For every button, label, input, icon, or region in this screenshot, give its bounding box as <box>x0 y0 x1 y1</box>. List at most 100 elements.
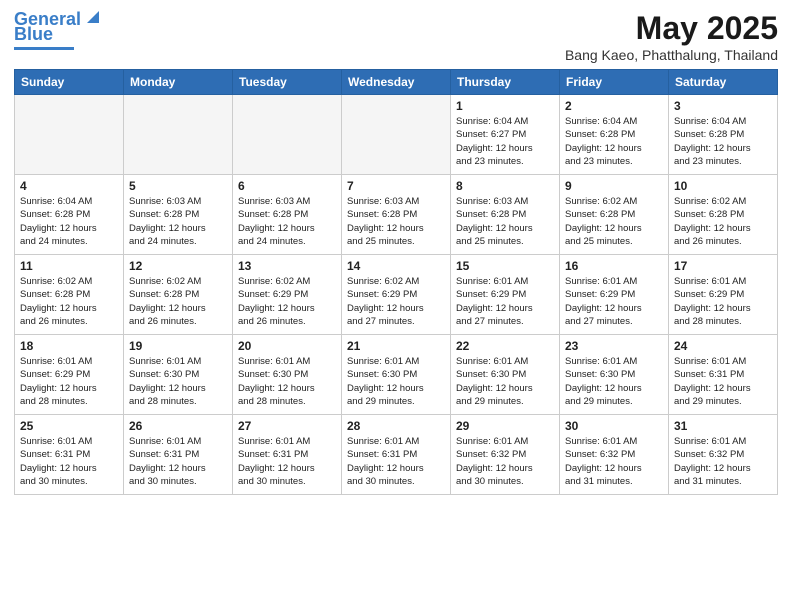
day-info: Sunrise: 6:01 AMSunset: 6:30 PMDaylight:… <box>238 355 336 408</box>
day-number: 20 <box>238 339 336 353</box>
day-number: 8 <box>456 179 554 193</box>
calendar-cell: 25 Sunrise: 6:01 AMSunset: 6:31 PMDayligh… <box>15 415 124 495</box>
day-info: Sunrise: 6:01 AMSunset: 6:32 PMDaylight:… <box>456 435 554 488</box>
day-number: 9 <box>565 179 663 193</box>
calendar-cell: 21 Sunrise: 6:01 AMSunset: 6:30 PMDayligh… <box>342 335 451 415</box>
weekday-header-thursday: Thursday <box>451 70 560 95</box>
calendar-cell: 26Sunrise: 6:01 AMSunset: 6:31 PMDayligh… <box>124 415 233 495</box>
calendar-cell: 22Sunrise: 6:01 AMSunset: 6:30 PMDayligh… <box>451 335 560 415</box>
calendar-cell: 18Sunrise: 6:01 AMSunset: 6:29 PMDayligh… <box>15 335 124 415</box>
weekday-header-row: SundayMondayTuesdayWednesdayThursdayFrid… <box>15 70 778 95</box>
calendar-cell: 28 Sunrise: 6:01 AMSunset: 6:31 PMDayligh… <box>342 415 451 495</box>
calendar-cell: 24 Sunrise: 6:01 AMSunset: 6:31 PMDayligh… <box>669 335 778 415</box>
calendar-cell: 14Sunrise: 6:02 AMSunset: 6:29 PMDayligh… <box>342 255 451 335</box>
weekday-header-friday: Friday <box>560 70 669 95</box>
day-info: Sunrise: 6:01 AMSunset: 6:31 PMDaylight:… <box>238 435 336 488</box>
day-info: Sunrise: 6:01 AMSunset: 6:31 PMDaylight:… <box>347 435 445 488</box>
day-info: Sunrise: 6:01 AMSunset: 6:29 PMDaylight:… <box>565 275 663 328</box>
day-number: 23 <box>565 339 663 353</box>
day-info: Sunrise: 6:01 AMSunset: 6:30 PMDaylight:… <box>565 355 663 408</box>
day-number: 31 <box>674 419 772 433</box>
day-info: Sunrise: 6:04 AMSunset: 6:27 PMDaylight:… <box>456 115 554 168</box>
calendar-cell: 19Sunrise: 6:01 AMSunset: 6:30 PMDayligh… <box>124 335 233 415</box>
calendar-cell: 10 Sunrise: 6:02 AMSunset: 6:28 PMDayligh… <box>669 175 778 255</box>
calendar-cell: 15 Sunrise: 6:01 AMSunset: 6:29 PMDayligh… <box>451 255 560 335</box>
day-number: 1 <box>456 99 554 113</box>
day-number: 19 <box>129 339 227 353</box>
day-info: Sunrise: 6:01 AMSunset: 6:29 PMDaylight:… <box>674 275 772 328</box>
day-number: 25 <box>20 419 118 433</box>
calendar-cell: 6 Sunrise: 6:03 AMSunset: 6:28 PMDaylight… <box>233 175 342 255</box>
day-number: 16 <box>565 259 663 273</box>
calendar-cell: 1 Sunrise: 6:04 AMSunset: 6:27 PMDaylight… <box>451 95 560 175</box>
calendar-cell: 11Sunrise: 6:02 AMSunset: 6:28 PMDayligh… <box>15 255 124 335</box>
day-number: 7 <box>347 179 445 193</box>
weekday-header-saturday: Saturday <box>669 70 778 95</box>
day-info: Sunrise: 6:01 AMSunset: 6:32 PMDaylight:… <box>674 435 772 488</box>
day-number: 3 <box>674 99 772 113</box>
calendar-cell: 4Sunrise: 6:04 AMSunset: 6:28 PMDaylight… <box>15 175 124 255</box>
calendar-cell: 20 Sunrise: 6:01 AMSunset: 6:30 PMDayligh… <box>233 335 342 415</box>
day-info: Sunrise: 6:01 AMSunset: 6:31 PMDaylight:… <box>129 435 227 488</box>
day-info: Sunrise: 6:02 AMSunset: 6:28 PMDaylight:… <box>20 275 118 328</box>
day-info: Sunrise: 6:04 AMSunset: 6:28 PMDaylight:… <box>565 115 663 168</box>
day-info: Sunrise: 6:01 AMSunset: 6:32 PMDaylight:… <box>565 435 663 488</box>
calendar-cell <box>124 95 233 175</box>
weekday-header-wednesday: Wednesday <box>342 70 451 95</box>
calendar-cell: 5Sunrise: 6:03 AMSunset: 6:28 PMDaylight… <box>124 175 233 255</box>
day-info: Sunrise: 6:02 AMSunset: 6:29 PMDaylight:… <box>347 275 445 328</box>
calendar-subtitle: Bang Kaeo, Phatthalung, Thailand <box>565 47 778 63</box>
day-info: Sunrise: 6:04 AMSunset: 6:28 PMDaylight:… <box>674 115 772 168</box>
calendar-cell: 29Sunrise: 6:01 AMSunset: 6:32 PMDayligh… <box>451 415 560 495</box>
day-number: 24 <box>674 339 772 353</box>
day-info: Sunrise: 6:02 AMSunset: 6:29 PMDaylight:… <box>238 275 336 328</box>
day-number: 30 <box>565 419 663 433</box>
calendar-cell: 12Sunrise: 6:02 AMSunset: 6:28 PMDayligh… <box>124 255 233 335</box>
day-info: Sunrise: 6:03 AMSunset: 6:28 PMDaylight:… <box>129 195 227 248</box>
day-info: Sunrise: 6:01 AMSunset: 6:31 PMDaylight:… <box>674 355 772 408</box>
header: General Blue May 2025 Bang Kaeo, Phattha… <box>14 10 778 63</box>
calendar-cell: 17 Sunrise: 6:01 AMSunset: 6:29 PMDayligh… <box>669 255 778 335</box>
weekday-header-tuesday: Tuesday <box>233 70 342 95</box>
day-info: Sunrise: 6:03 AMSunset: 6:28 PMDaylight:… <box>238 195 336 248</box>
day-info: Sunrise: 6:02 AMSunset: 6:28 PMDaylight:… <box>565 195 663 248</box>
day-info: Sunrise: 6:03 AMSunset: 6:28 PMDaylight:… <box>347 195 445 248</box>
day-info: Sunrise: 6:01 AMSunset: 6:29 PMDaylight:… <box>456 275 554 328</box>
calendar-week-2: 4Sunrise: 6:04 AMSunset: 6:28 PMDaylight… <box>15 175 778 255</box>
day-number: 13 <box>238 259 336 273</box>
calendar-cell: 13 Sunrise: 6:02 AMSunset: 6:29 PMDayligh… <box>233 255 342 335</box>
logo-triangle-icon <box>83 7 103 27</box>
calendar-table: SundayMondayTuesdayWednesdayThursdayFrid… <box>14 69 778 495</box>
calendar-cell: 27Sunrise: 6:01 AMSunset: 6:31 PMDayligh… <box>233 415 342 495</box>
calendar-cell: 2Sunrise: 6:04 AMSunset: 6:28 PMDaylight… <box>560 95 669 175</box>
calendar-cell <box>233 95 342 175</box>
calendar-cell: 16 Sunrise: 6:01 AMSunset: 6:29 PMDayligh… <box>560 255 669 335</box>
calendar-cell: 30 Sunrise: 6:01 AMSunset: 6:32 PMDayligh… <box>560 415 669 495</box>
calendar-cell <box>342 95 451 175</box>
calendar-cell <box>15 95 124 175</box>
weekday-header-sunday: Sunday <box>15 70 124 95</box>
logo: General Blue <box>14 10 103 50</box>
day-info: Sunrise: 6:02 AMSunset: 6:28 PMDaylight:… <box>129 275 227 328</box>
day-number: 10 <box>674 179 772 193</box>
day-number: 28 <box>347 419 445 433</box>
day-info: Sunrise: 6:02 AMSunset: 6:28 PMDaylight:… <box>674 195 772 248</box>
calendar-cell: 7 Sunrise: 6:03 AMSunset: 6:28 PMDaylight… <box>342 175 451 255</box>
page: General Blue May 2025 Bang Kaeo, Phattha… <box>0 0 792 612</box>
logo-blue: Blue <box>14 24 53 45</box>
day-info: Sunrise: 6:01 AMSunset: 6:30 PMDaylight:… <box>456 355 554 408</box>
calendar-cell: 8 Sunrise: 6:03 AMSunset: 6:28 PMDaylight… <box>451 175 560 255</box>
day-number: 17 <box>674 259 772 273</box>
day-number: 4 <box>20 179 118 193</box>
day-info: Sunrise: 6:01 AMSunset: 6:30 PMDaylight:… <box>347 355 445 408</box>
calendar-cell: 3 Sunrise: 6:04 AMSunset: 6:28 PMDaylight… <box>669 95 778 175</box>
day-number: 15 <box>456 259 554 273</box>
day-number: 21 <box>347 339 445 353</box>
day-info: Sunrise: 6:01 AMSunset: 6:29 PMDaylight:… <box>20 355 118 408</box>
calendar-cell: 9 Sunrise: 6:02 AMSunset: 6:28 PMDaylight… <box>560 175 669 255</box>
calendar-week-1: 1 Sunrise: 6:04 AMSunset: 6:27 PMDaylight… <box>15 95 778 175</box>
day-info: Sunrise: 6:03 AMSunset: 6:28 PMDaylight:… <box>456 195 554 248</box>
day-number: 6 <box>238 179 336 193</box>
day-info: Sunrise: 6:01 AMSunset: 6:31 PMDaylight:… <box>20 435 118 488</box>
title-block: May 2025 Bang Kaeo, Phatthalung, Thailan… <box>565 10 778 63</box>
